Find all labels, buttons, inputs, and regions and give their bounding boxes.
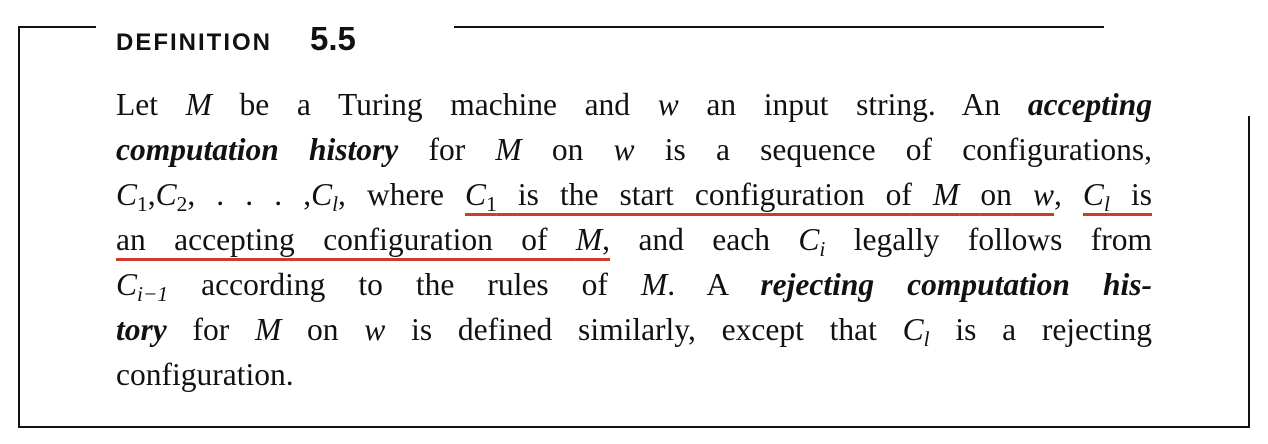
term-accepting: accepting	[1027, 87, 1153, 122]
definition-heading: DEFINITION 5.5	[116, 20, 356, 64]
definition-line-4: an accepting configuration of M, and eac…	[116, 222, 1152, 261]
definition-line-6: tory for M on w is defined similarly, ex…	[116, 312, 1153, 351]
frame-top-right-line	[454, 26, 1104, 28]
definition-line-1: Let M be a Turing machine and w an input…	[116, 87, 1153, 122]
term-history-continuation: tory	[116, 312, 167, 347]
configuration-sequence: C1,C2, . . . ,Cl, where	[116, 177, 444, 216]
definition-line-2: computation history for M on w is a sequ…	[116, 132, 1153, 167]
frame-top-left-line	[18, 26, 96, 28]
definition-body: Let M be a Turing machine and w an input…	[116, 82, 1152, 397]
frame-bottom-line	[18, 426, 1250, 428]
config-ci: Ci	[798, 222, 826, 261]
definition-number: 5.5	[310, 20, 356, 57]
definition-label: DEFINITION	[116, 29, 272, 56]
underlined-start-configuration: C1 is the start configuration of M on w	[465, 177, 1054, 216]
term-computation-history: computation history	[116, 132, 399, 167]
definition-line-3: C1,C2, . . . ,Cl, where C1 is the start …	[116, 177, 1152, 216]
definition-line-7: configuration.	[116, 357, 294, 392]
config-ci-minus-1: Ci−1	[116, 267, 169, 306]
underlined-accepting-configuration: an accepting configuration of M,	[116, 222, 611, 257]
underlined-accepting-start: Cl is	[1082, 177, 1152, 216]
frame-left-line	[18, 26, 20, 428]
term-rejecting-computation-history: rejecting computation his-	[760, 267, 1153, 302]
frame-right-line	[1248, 116, 1250, 428]
definition-line-5: Ci−1 according to the rules of M. A reje…	[116, 267, 1153, 306]
config-cl: Cl	[902, 312, 930, 351]
